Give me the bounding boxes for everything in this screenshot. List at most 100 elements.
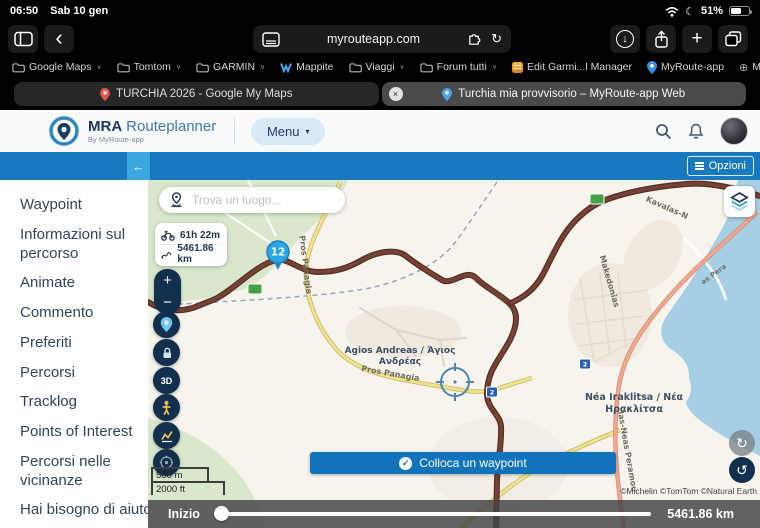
chevron-down-icon: ∨ [176,63,181,71]
clock: 06:50 [10,5,38,17]
reader-icon[interactable] [262,32,280,47]
elevation-chart-button[interactable] [153,422,180,449]
address-bar[interactable]: myrouteapp.com ↻ [253,25,511,53]
extensions-puzzle-icon[interactable] [467,32,482,47]
redo-icon: ↻ [736,435,748,452]
ipad-screen: 06:50 Sab 10 gen ☾ 51% ‹ [0,0,760,528]
new-tab-button[interactable]: + [682,25,712,53]
town-label: Agios Andreas / Άγιος [345,346,456,356]
status-bar: 06:50 Sab 10 gen ☾ 51% [0,0,760,22]
map-search-box[interactable]: Trova un luogo... [159,187,345,213]
zoom-in-button[interactable]: + [163,272,172,289]
location-pin-icon [160,317,173,332]
reload-icon[interactable]: ↻ [491,31,502,47]
svg-text:12: 12 [271,247,286,259]
tab-overview-button[interactable] [718,25,748,53]
route-summary-box: 61h 22m 5461.86 km [155,223,227,266]
tab-google-my-maps[interactable]: TURCHIA 2026 - Google My Maps [14,82,379,106]
bookmarks-bar: Google Maps∨ Tomtom∨ GARMIN∨ Mappite Via… [0,56,760,78]
brand-product: Routeplanner [126,118,216,135]
url-text[interactable]: myrouteapp.com [280,32,467,46]
user-avatar[interactable] [720,117,748,145]
map-layers-button[interactable] [724,186,755,217]
route-slider-track[interactable] [216,512,651,516]
back-icon: ‹ [55,28,62,48]
folder-icon [12,62,25,73]
town-label: Néa Iraklitsa / Νέα [585,392,684,403]
search-icon[interactable] [655,123,672,140]
share-button[interactable] [646,25,676,53]
bookmark-myroute-app[interactable]: MyRoute-app [647,61,724,74]
options-button[interactable]: Opzioni [687,156,754,176]
close-tab-button[interactable]: × [389,87,403,101]
route-toolbar: ← Opzioni [0,152,760,180]
sidebar-item-routes[interactable]: Percorsi [20,364,142,383]
folder-icon [420,62,433,73]
brand-subtitle: By MyRoute-app [88,136,216,144]
undo-icon: ↺ [736,462,748,479]
location-search-icon [169,192,184,208]
plus-icon: + [691,28,702,50]
sidebar-item-tracklog[interactable]: Tracklog [20,393,142,412]
bookmark-mappite[interactable]: Mappite [280,61,333,73]
map-scale: 500 m 2000 ft [151,467,225,495]
zoom-controls: + − [154,269,181,314]
sidebar-icon [14,31,33,47]
route-time: 61h 22m [180,230,220,241]
tab-bar: TURCHIA 2026 - Google My Maps × Turchia … [0,78,760,110]
collapse-sidebar-button[interactable]: ← [127,152,150,180]
basemap: 2 2 Agios Andreas / Άγιος Ανδρέας Néa Ir… [148,180,760,528]
bookmark-folder-garmin[interactable]: GARMIN∨ [196,61,265,73]
sidebar-item-animate[interactable]: Animate [20,274,142,293]
wifi-icon [665,6,679,17]
date: Sab 10 gen [50,5,108,17]
undo-button[interactable]: ↺ [729,457,755,483]
map-pin-icon [647,61,657,74]
sidebar-item-nearby-routes[interactable]: Percorsi nelle vicinanze [20,453,142,491]
redo-button[interactable]: ↻ [729,430,755,456]
bookmark-motomappa[interactable]: ⊕ MotoMappa [739,61,760,74]
battery-icon [729,6,750,16]
brand-text: MRARouteplanner By MyRoute-app [88,119,216,144]
bookmark-folder-google-maps[interactable]: Google Maps∨ [12,61,102,73]
share-icon [653,30,670,49]
chevron-down-icon: ∨ [492,63,497,71]
place-waypoint-button[interactable]: ✓ Colloca un waypoint [310,452,616,474]
bookmark-folder-forum-tutti[interactable]: Forum tutti∨ [420,61,497,73]
back-button[interactable]: ‹ [44,25,74,53]
bell-icon[interactable] [688,123,704,140]
3d-view-button[interactable]: 3D [153,367,180,394]
locate-button[interactable] [153,311,180,338]
sidebar-item-route-info[interactable]: Informazioni sul percorso [20,226,142,264]
sidebar-item-help[interactable]: Hai bisogno di aiuto? [20,501,142,520]
downloads-button[interactable]: ↓ [610,25,640,53]
route-slider-bar: Inizio 5461.86 km [148,500,760,528]
bookmark-folder-viaggi[interactable]: Viaggi∨ [349,61,405,73]
slider-start-label: Inizio [168,507,200,521]
motorcycle-icon [161,230,175,241]
sidebar-item-favorites[interactable]: Preferiti [20,334,142,353]
town-label: Ανδρέας [379,356,421,367]
mra-logo [48,115,80,147]
lock-map-button[interactable] [153,339,180,366]
sidebar-item-waypoint[interactable]: Waypoint [20,196,142,215]
menu-button[interactable]: Menu ▾ [251,118,325,145]
sidebar-toggle-button[interactable] [8,25,38,53]
svg-text:2: 2 [583,361,588,369]
tab-myroute-app-active[interactable]: × Turchia mia provvisorio – MyRoute-app … [382,82,747,106]
zoom-out-button[interactable]: − [163,294,172,311]
folder-icon [117,62,130,73]
route-slider-handle[interactable] [214,506,229,521]
check-icon: ✓ [399,457,412,470]
map-canvas[interactable]: 2 2 Agios Andreas / Άγιος Ανδρέας Néa Ir… [148,180,760,528]
svg-text:2: 2 [490,389,495,397]
street-view-button[interactable] [153,394,180,421]
globe-icon: ⊕ [739,61,748,74]
chevron-down-icon: ∨ [96,63,101,71]
pegman-icon [160,400,173,415]
scale-metric: 500 m [151,467,209,481]
bookmark-edit-garmin-manager[interactable]: Edit Garmi...l Manager [512,61,632,73]
sidebar-item-comment[interactable]: Commento [20,304,142,323]
bookmark-folder-tomtom[interactable]: Tomtom∨ [117,61,181,73]
sidebar-item-poi[interactable]: Points of Interest [20,423,142,442]
